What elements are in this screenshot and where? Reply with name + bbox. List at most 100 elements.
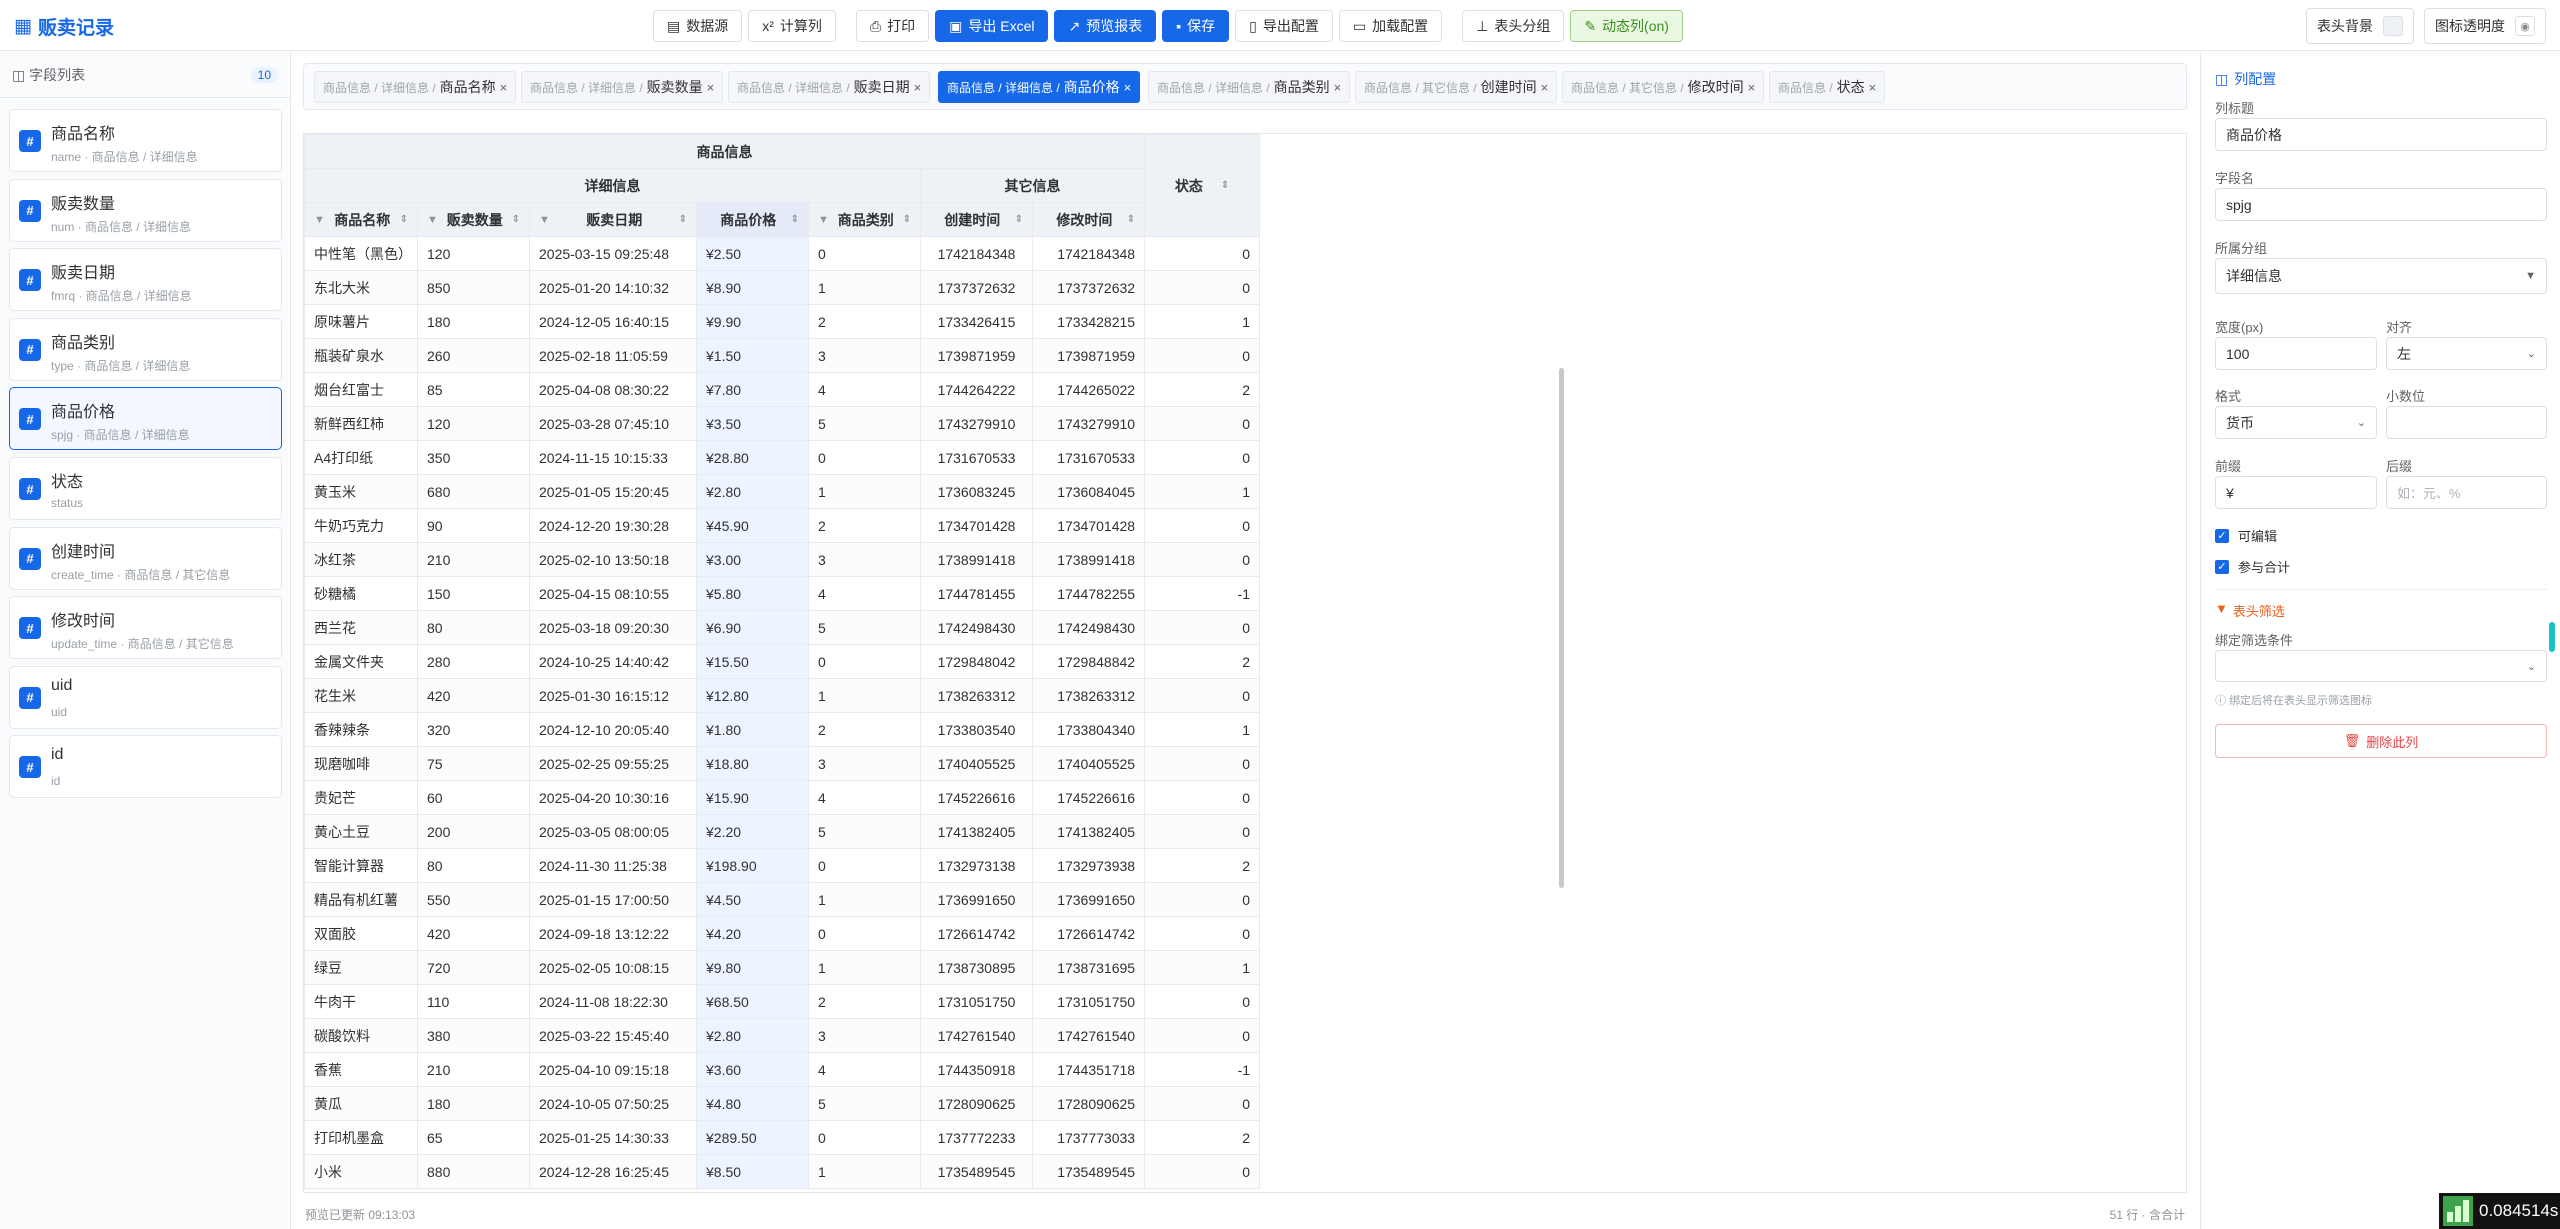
table-cell[interactable]: 1738991418 [1031, 542, 1146, 577]
print-button[interactable]: ⎙ 打印 [855, 10, 930, 42]
table-cell[interactable]: 1733803540 [920, 712, 1033, 747]
table-cell[interactable]: 1729848842 [1031, 644, 1146, 679]
table-cell[interactable]: ¥2.20 [696, 814, 809, 849]
table-cell[interactable]: 2025-02-18 11:05:59 [529, 338, 697, 373]
table-cell[interactable]: 瓶装矿泉水 [304, 338, 418, 373]
table-row[interactable]: 西兰花 80 2025-03-18 09:20:30 ¥6.90 5 1742498430… [304, 610, 1261, 645]
table-cell[interactable]: 1728090625 [1031, 1086, 1146, 1121]
table-cell[interactable]: 1735489545 [920, 1154, 1033, 1189]
table-row[interactable]: 精品有机红薯 550 2025-01-15 17:00:50 ¥4.50 1 173699… [304, 882, 1261, 917]
table-cell[interactable]: 0 [1144, 780, 1261, 815]
table-cell[interactable]: ¥2.50 [696, 236, 809, 271]
datasource-button[interactable]: ▤ 数据源 [653, 10, 743, 42]
table-row[interactable]: 贵妃芒 60 2025-04-20 10:30:16 ¥15.90 4 174522661… [304, 780, 1261, 815]
table-cell[interactable]: 1733428215 [1031, 304, 1146, 339]
table-cell[interactable]: 绿豆 [304, 950, 418, 985]
table-row[interactable]: 打印机墨盒 65 2025-01-25 14:30:33 ¥289.50 0 173777… [304, 1120, 1261, 1155]
column-header[interactable]: ▼ 贩卖日期 ⇕ [529, 202, 697, 237]
table-cell[interactable]: 1738730895 [920, 950, 1033, 985]
table-cell[interactable]: 2025-03-05 08:00:05 [529, 814, 697, 849]
table-cell[interactable]: 0 [1144, 270, 1261, 305]
delete-column-button[interactable]: 🗑 删除此列 [2215, 724, 2547, 758]
table-cell[interactable]: 1 [1144, 712, 1261, 747]
table-cell[interactable]: 1 [808, 474, 921, 509]
column-header[interactable]: 修改时间 ⇕ [1031, 202, 1146, 237]
table-cell[interactable]: 东北大米 [304, 270, 418, 305]
panel-scrollbar[interactable] [2549, 622, 2555, 652]
table-cell[interactable]: 1738263312 [1031, 678, 1146, 713]
field-item[interactable]: # 创建时间 create_time · 商品信息 / 其它信息 [9, 526, 282, 590]
table-cell[interactable]: 花生米 [304, 678, 418, 713]
table-cell[interactable]: 精品有机红薯 [304, 882, 418, 917]
table-cell[interactable]: 2024-12-05 16:40:15 [529, 304, 697, 339]
table-cell[interactable]: 1731670533 [1031, 440, 1146, 475]
table-cell[interactable]: 4 [808, 576, 921, 611]
table-cell[interactable]: 680 [417, 474, 530, 509]
table-cell[interactable]: 1736083245 [920, 474, 1033, 509]
field-item[interactable]: # 贩卖数量 num · 商品信息 / 详细信息 [9, 178, 282, 242]
table-cell[interactable]: ¥9.90 [696, 304, 809, 339]
table-cell[interactable]: 1742498430 [920, 610, 1033, 645]
table-row[interactable]: 现磨咖啡 75 2025-02-25 09:55:25 ¥18.80 3 17404055… [304, 746, 1261, 781]
table-cell[interactable]: 1744351718 [1031, 1052, 1146, 1087]
table-cell[interactable]: 新鲜西红柿 [304, 406, 418, 441]
table-cell[interactable]: ¥1.50 [696, 338, 809, 373]
field-item[interactable]: # uid uid [9, 665, 282, 729]
table-cell[interactable]: ¥6.90 [696, 610, 809, 645]
field-name-input[interactable]: spjg [2215, 188, 2547, 221]
field-item[interactable]: # 贩卖日期 fmrq · 商品信息 / 详细信息 [9, 248, 282, 312]
export-config-button[interactable]: ▯ 导出配置 [1235, 10, 1333, 42]
table-cell[interactable]: 0 [1144, 1018, 1261, 1053]
table-cell[interactable]: 1734701428 [920, 508, 1033, 543]
table-cell[interactable]: 4 [808, 1052, 921, 1087]
eye-icon[interactable]: ◉ [2515, 16, 2535, 36]
table-cell[interactable]: 1737372632 [920, 270, 1033, 305]
table-cell[interactable]: 1726614742 [920, 916, 1033, 951]
table-cell[interactable]: 2024-10-05 07:50:25 [529, 1086, 697, 1121]
table-cell[interactable]: 4 [808, 372, 921, 407]
table-cell[interactable]: ¥18.80 [696, 746, 809, 781]
table-cell[interactable]: 2024-09-18 13:12:22 [529, 916, 697, 951]
save-button[interactable]: ▪ 保存 [1162, 10, 1230, 42]
table-cell[interactable]: ¥8.50 [696, 1154, 809, 1189]
table-cell[interactable]: 2025-03-15 09:25:48 [529, 236, 697, 271]
table-cell[interactable]: 2025-02-25 09:55:25 [529, 746, 697, 781]
table-cell[interactable]: 2 [1144, 372, 1261, 407]
table-cell[interactable]: 1729848042 [920, 644, 1033, 679]
table-cell[interactable]: 2024-11-08 18:22:30 [529, 984, 697, 1019]
export-excel-button[interactable]: ▣ 导出 Excel [935, 10, 1049, 42]
table-cell[interactable]: -1 [1144, 1052, 1261, 1087]
table-cell[interactable]: 350 [417, 440, 530, 475]
table-cell[interactable]: 1737372632 [1031, 270, 1146, 305]
table-cell[interactable]: 双面胶 [304, 916, 418, 951]
format-select[interactable]: 货币 ⌄ [2215, 406, 2377, 439]
table-cell[interactable]: 中性笔（黑色） [304, 236, 418, 271]
table-cell[interactable]: 1738263312 [920, 678, 1033, 713]
table-cell[interactable]: ¥4.20 [696, 916, 809, 951]
table-cell[interactable]: ¥5.80 [696, 576, 809, 611]
table-cell[interactable]: 2 [1144, 848, 1261, 883]
table-cell[interactable]: 550 [417, 882, 530, 917]
table-row[interactable]: 香蕉 210 2025-04-10 09:15:18 ¥3.60 4 1744350918… [304, 1052, 1261, 1087]
column-chip[interactable]: 商品信息 / 详细信息 / 商品类别 × [1148, 71, 1351, 103]
table-cell[interactable]: 420 [417, 916, 530, 951]
table-cell[interactable]: 1745226616 [920, 780, 1033, 815]
width-input[interactable]: 100 [2215, 337, 2377, 370]
table-cell[interactable]: 5 [808, 610, 921, 645]
table-cell[interactable]: 0 [1144, 338, 1261, 373]
table-cell[interactable]: 0 [1144, 236, 1261, 271]
table-cell[interactable]: 1 [808, 882, 921, 917]
table-cell[interactable]: ¥4.50 [696, 882, 809, 917]
table-cell[interactable]: 0 [808, 1120, 921, 1155]
decimals-input[interactable] [2386, 406, 2547, 439]
sort-icon[interactable]: ⇕ [903, 214, 911, 225]
table-cell[interactable]: 1738731695 [1031, 950, 1146, 985]
table-cell[interactable]: 180 [417, 304, 530, 339]
table-cell[interactable]: 碳酸饮料 [304, 1018, 418, 1053]
table-cell[interactable]: 1742498430 [1031, 610, 1146, 645]
close-icon[interactable]: × [1869, 80, 1877, 95]
close-icon[interactable]: × [1748, 80, 1756, 95]
table-row[interactable]: 花生米 420 2025-01-30 16:15:12 ¥12.80 1 17382633… [304, 678, 1261, 713]
table-cell[interactable]: 智能计算器 [304, 848, 418, 883]
table-cell[interactable]: 2025-02-10 13:50:18 [529, 542, 697, 577]
